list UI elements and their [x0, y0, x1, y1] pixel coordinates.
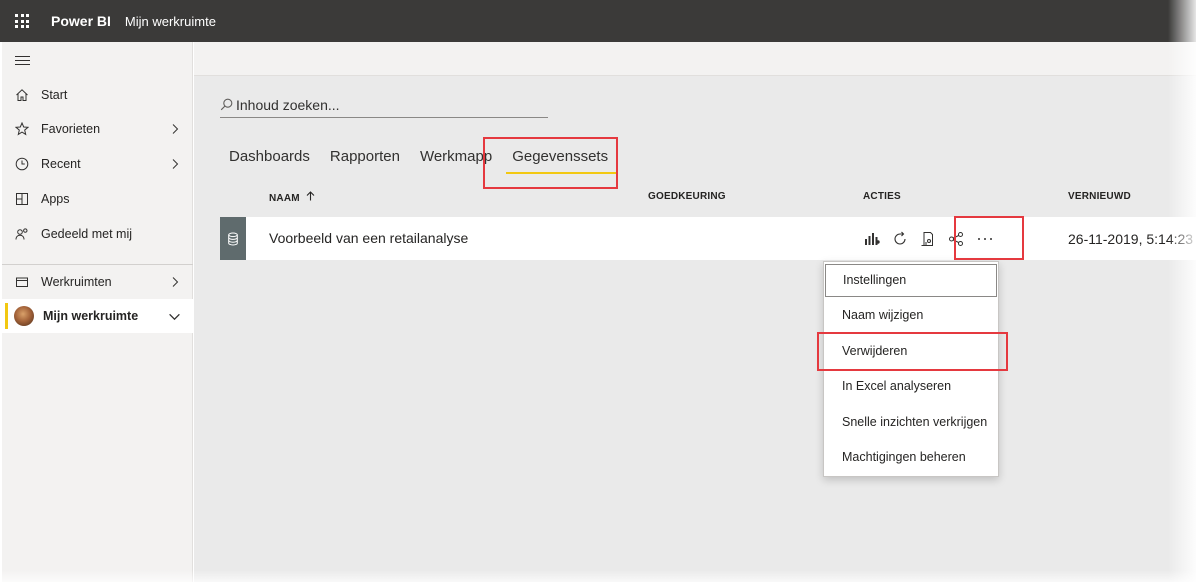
chevron-right-icon[interactable]	[169, 123, 181, 135]
nav-item-recent[interactable]: Recent	[2, 147, 193, 181]
nav-item-favorites[interactable]: Favorieten	[2, 112, 193, 146]
selection-indicator	[5, 303, 8, 329]
search-input[interactable]: Inhoud zoeken...	[220, 92, 548, 118]
column-header-refreshed[interactable]: VERNIEUWD	[1068, 191, 1131, 202]
home-icon	[14, 87, 30, 103]
waffle-icon	[15, 14, 29, 28]
tab-dashboards[interactable]: Dashboards	[229, 145, 310, 175]
workspace-breadcrumb[interactable]: Mijn werkruimte	[125, 14, 216, 29]
nav-label-start: Start	[41, 88, 68, 102]
nav-label-recent: Recent	[41, 157, 81, 171]
dataset-name-link[interactable]: Voorbeeld van een retailanalyse	[269, 230, 468, 246]
sort-ascending-icon	[306, 191, 315, 201]
nav-item-start[interactable]: Start	[2, 78, 193, 112]
edge-fade	[1168, 0, 1200, 587]
nav-item-workspaces[interactable]: Werkruimten	[2, 265, 193, 299]
tab-workbooks[interactable]: Werkmapp	[420, 145, 492, 175]
shared-people-icon	[14, 226, 30, 242]
tab-datasets[interactable]: Gegevenssets	[506, 145, 616, 175]
apps-icon	[14, 191, 30, 207]
menu-item-quick-insights[interactable]: Snelle inzichten verkrijgen	[824, 405, 998, 440]
nav-item-shared-with-me[interactable]: Gedeeld met mij	[2, 217, 193, 251]
column-header-name[interactable]: NAAM	[269, 191, 315, 204]
share-icon[interactable]	[947, 230, 965, 248]
nav-label-workspaces: Werkruimten	[41, 275, 112, 289]
bottom-fade	[0, 570, 1200, 587]
app-window: Power BI Mijn werkruimte Start Favoriete…	[0, 0, 1200, 587]
nav-label-shared-with-me: Gedeeld met mij	[41, 227, 133, 241]
dataset-tile	[220, 217, 246, 260]
main-content: Inhoud zoeken... Dashboards Rapporten We…	[194, 42, 1196, 582]
menu-item-settings[interactable]: Instellingen	[825, 264, 997, 297]
content-tabs: Dashboards Rapporten Werkmapp Gegevensse…	[229, 145, 628, 181]
nav-item-apps[interactable]: Apps	[2, 182, 193, 216]
schedule-refresh-icon[interactable]	[919, 230, 937, 248]
more-options-icon[interactable]	[975, 230, 995, 248]
search-placeholder: Inhoud zoeken...	[236, 96, 340, 113]
more-options-menu: Instellingen Naam wijzigen Verwijderen I…	[823, 261, 999, 477]
app-launcher-button[interactable]	[0, 0, 44, 42]
star-icon	[14, 121, 30, 137]
navigation-pane: Start Favorieten Recent Apps Gedeeld met…	[2, 42, 193, 582]
column-header-actions: ACTIES	[863, 191, 901, 202]
nav-label-my-workspace: Mijn werkruimte	[43, 309, 139, 323]
menu-item-delete[interactable]: Verwijderen	[824, 334, 998, 369]
search-icon	[220, 98, 233, 111]
top-bar: Power BI Mijn werkruimte	[0, 0, 1196, 42]
create-report-icon[interactable]	[863, 230, 881, 248]
menu-item-manage-permissions[interactable]: Machtigingen beheren	[824, 440, 998, 475]
column-header-endorsement[interactable]: GOEDKEURING	[648, 191, 726, 202]
hamburger-menu-icon[interactable]	[15, 54, 31, 68]
refresh-icon[interactable]	[891, 230, 909, 248]
avatar	[14, 306, 34, 326]
menu-item-rename[interactable]: Naam wijzigen	[824, 298, 998, 333]
column-header-name-label: NAAM	[269, 193, 300, 204]
clock-icon	[14, 156, 30, 172]
workspace-header-strip	[194, 42, 1196, 76]
chevron-down-icon[interactable]	[168, 310, 181, 323]
nav-label-favorites: Favorieten	[41, 122, 101, 136]
table-row[interactable]: Voorbeeld van een retailanalyse 26-11-20…	[220, 217, 1196, 260]
menu-item-analyze-in-excel[interactable]: In Excel analyseren	[824, 369, 998, 404]
chevron-right-icon[interactable]	[169, 158, 181, 170]
workspaces-icon	[14, 274, 30, 290]
database-icon	[228, 232, 238, 246]
nav-item-my-workspace[interactable]: Mijn werkruimte	[2, 299, 193, 333]
brand-title[interactable]: Power BI	[51, 13, 111, 29]
chevron-right-icon[interactable]	[169, 276, 181, 288]
tab-reports[interactable]: Rapporten	[330, 145, 400, 175]
nav-label-apps: Apps	[41, 192, 70, 206]
